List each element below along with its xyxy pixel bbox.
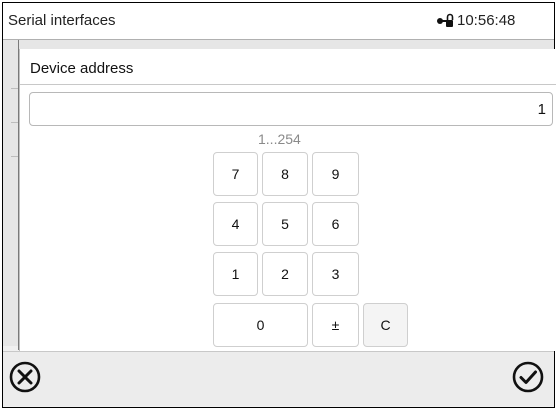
key-4[interactable]: 4: [213, 202, 258, 246]
dialog-title: Device address: [30, 60, 134, 77]
key-clear[interactable]: C: [363, 303, 408, 347]
confirm-circle-check-icon[interactable]: [511, 360, 545, 394]
device-address-input[interactable]: 1: [29, 92, 553, 126]
clock-time: 10:56:48: [457, 12, 516, 29]
key-3[interactable]: 3: [312, 252, 359, 296]
key-0[interactable]: 0: [213, 303, 308, 347]
action-bar: [3, 351, 554, 406]
lock-key-icon: [437, 13, 454, 27]
range-hint: 1...254: [258, 131, 301, 147]
key-6[interactable]: 6: [312, 202, 359, 246]
key-8[interactable]: 8: [262, 152, 308, 196]
key-plus-minus[interactable]: ±: [312, 303, 359, 347]
key-5[interactable]: 5: [262, 202, 308, 246]
key-1[interactable]: 1: [213, 252, 258, 296]
cancel-circle-x-icon[interactable]: [8, 360, 42, 394]
key-7[interactable]: 7: [213, 152, 258, 196]
device-address-value: 1: [537, 101, 546, 118]
dialog-title-divider: [20, 84, 556, 85]
key-2[interactable]: 2: [262, 252, 308, 296]
page-title: Serial interfaces: [8, 12, 116, 29]
key-9[interactable]: 9: [312, 152, 359, 196]
title-bar: Serial interfaces 10:56:48: [3, 3, 554, 40]
